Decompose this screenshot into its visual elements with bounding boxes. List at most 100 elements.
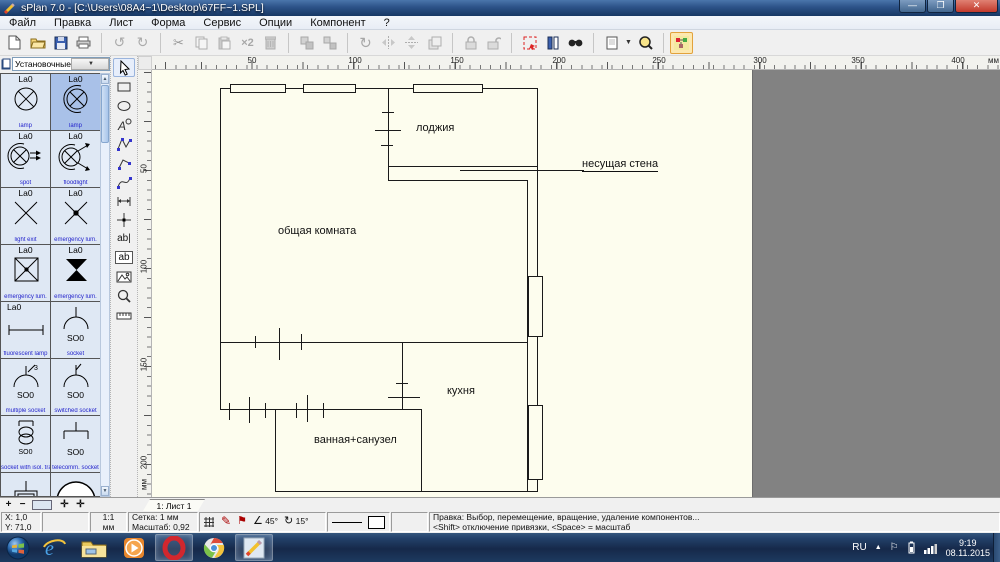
wall[interactable] (402, 342, 403, 410)
wall[interactable] (388, 88, 389, 181)
print-button[interactable] (72, 32, 95, 54)
library-toggle-button[interactable] (670, 32, 693, 54)
component-emergency-lum-solid[interactable]: La0 emergency lum. (51, 245, 101, 302)
wall[interactable] (220, 88, 221, 410)
category-dropdown[interactable]: Установочные ▼ (12, 57, 110, 71)
panel-zoom-in-button[interactable]: + (2, 499, 15, 511)
pen-icon[interactable]: ✎ (221, 517, 231, 527)
textbox-tool[interactable]: ab (113, 248, 135, 267)
rotate-button[interactable]: ↻ (354, 32, 377, 54)
door-tick[interactable] (375, 130, 401, 131)
sheet-format-dropdown[interactable]: ▼ (623, 32, 634, 54)
cut-button[interactable]: ✂ (167, 32, 190, 54)
drawing-canvas[interactable]: лоджия несущая стена общая комната кухня… (152, 70, 1000, 497)
zoom-window-button[interactable] (634, 32, 657, 54)
select-tool[interactable] (113, 58, 135, 77)
redo-button[interactable]: ↻ (131, 32, 154, 54)
maximize-button[interactable]: ❐ (927, 0, 954, 13)
arrange-button[interactable] (423, 32, 446, 54)
tray-expand-icon[interactable]: ▲ (875, 544, 882, 551)
door-tick[interactable] (323, 403, 324, 418)
component-light-exit[interactable]: La0 light exit (1, 188, 51, 245)
menu-file[interactable]: Файл (0, 16, 45, 30)
component-lamp-selected[interactable]: La0 lamp (51, 74, 101, 131)
new-button[interactable] (3, 32, 26, 54)
door-tick[interactable] (249, 397, 250, 423)
close-button[interactable]: ✕ (955, 0, 998, 13)
polygon-tool[interactable] (113, 134, 135, 153)
group-button[interactable] (295, 32, 318, 54)
menu-service[interactable]: Сервис (194, 16, 250, 30)
door-tick[interactable] (279, 328, 280, 360)
door-tick[interactable] (396, 383, 408, 384)
menu-component[interactable]: Компонент (301, 16, 374, 30)
window[interactable] (413, 84, 483, 93)
wall[interactable] (275, 491, 538, 492)
lock-button[interactable] (459, 32, 482, 54)
component-list-button[interactable] (541, 32, 564, 54)
door-tick[interactable] (229, 403, 230, 420)
panel-preview-box[interactable] (32, 500, 52, 510)
panel-pan-button[interactable]: ✛ (74, 499, 87, 511)
room-label-kitchen[interactable]: кухня (447, 385, 475, 397)
mirror-horizontal-button[interactable] (377, 32, 400, 54)
panel-fit-button[interactable]: ✛ (58, 499, 71, 511)
library-scrollbar[interactable]: ▲ ▼ (100, 73, 110, 497)
image-tool[interactable] (113, 267, 135, 286)
component-partial-2[interactable] (51, 473, 101, 497)
component-emergency-lum-boxed[interactable]: La0 emergency lum. (1, 245, 51, 302)
special-form-tool[interactable]: A (113, 115, 135, 134)
component-fluorescent-lamp[interactable]: La0 fluorescent lamp (1, 302, 51, 359)
unlock-button[interactable] (482, 32, 505, 54)
action-center-flag-icon[interactable]: ⚐ (890, 542, 899, 553)
measure-tool[interactable] (113, 305, 135, 324)
menu-sheet[interactable]: Лист (100, 16, 142, 30)
language-indicator[interactable]: RU (852, 542, 866, 553)
rectangle-tool[interactable] (113, 77, 135, 96)
fill-style-sample[interactable] (368, 516, 385, 529)
wall[interactable] (220, 409, 422, 410)
wall[interactable] (275, 409, 276, 492)
wall[interactable] (388, 180, 528, 181)
component-socket[interactable]: SO0 socket (51, 302, 101, 359)
duplicate-button[interactable]: ×2 (236, 32, 259, 54)
node-tool[interactable] (113, 210, 135, 229)
component-telecomm-socket[interactable]: SO0 telecomm. socket (51, 416, 101, 473)
wall[interactable] (220, 342, 528, 343)
angle-snap[interactable]: ∠ 45° (253, 517, 278, 527)
network-signal-icon[interactable] (924, 542, 938, 554)
window[interactable] (528, 405, 543, 480)
room-label-bath[interactable]: ванная+санузел (314, 434, 397, 446)
text-tool[interactable]: ab| (113, 229, 135, 248)
window[interactable] (230, 84, 286, 93)
scroll-up-icon[interactable]: ▲ (101, 74, 109, 84)
menu-edit[interactable]: Правка (45, 16, 100, 30)
bezier-tool[interactable] (113, 172, 135, 191)
sheet-page[interactable]: лоджия несущая стена общая комната кухня… (152, 70, 753, 497)
minimize-button[interactable]: — (899, 0, 926, 13)
taskbar-ie-icon[interactable]: e (35, 534, 73, 561)
component-partial-1[interactable] (1, 473, 51, 497)
start-button[interactable] (3, 534, 33, 561)
component-floodlight[interactable]: La0 floodlight (51, 131, 101, 188)
door-tick[interactable] (255, 336, 256, 348)
wall[interactable] (421, 409, 422, 492)
undo-button[interactable]: ↺ (108, 32, 131, 54)
scrollbar-thumb[interactable] (101, 85, 109, 143)
taskbar-media-player-icon[interactable] (115, 534, 153, 561)
component-spot[interactable]: La0 spot (1, 131, 51, 188)
selection-frame-button[interactable] (518, 32, 541, 54)
line-style-sample[interactable] (332, 522, 362, 523)
grid-icon[interactable] (203, 516, 215, 528)
taskbar-splan-icon[interactable] (235, 534, 273, 561)
pin-icon[interactable]: ⚑ (237, 517, 247, 527)
save-button[interactable] (49, 32, 72, 54)
taskbar-chrome-icon[interactable] (195, 534, 233, 561)
paste-button[interactable] (213, 32, 236, 54)
chevron-down-icon[interactable]: ▼ (71, 58, 109, 70)
sheet-tab[interactable]: 1: Лист 1 (143, 499, 205, 511)
component-multiple-socket[interactable]: 3 SO0 multiple socket (1, 359, 51, 416)
window[interactable] (528, 276, 543, 337)
component-lamp[interactable]: La0 lamp (1, 74, 51, 131)
window[interactable] (303, 84, 356, 93)
